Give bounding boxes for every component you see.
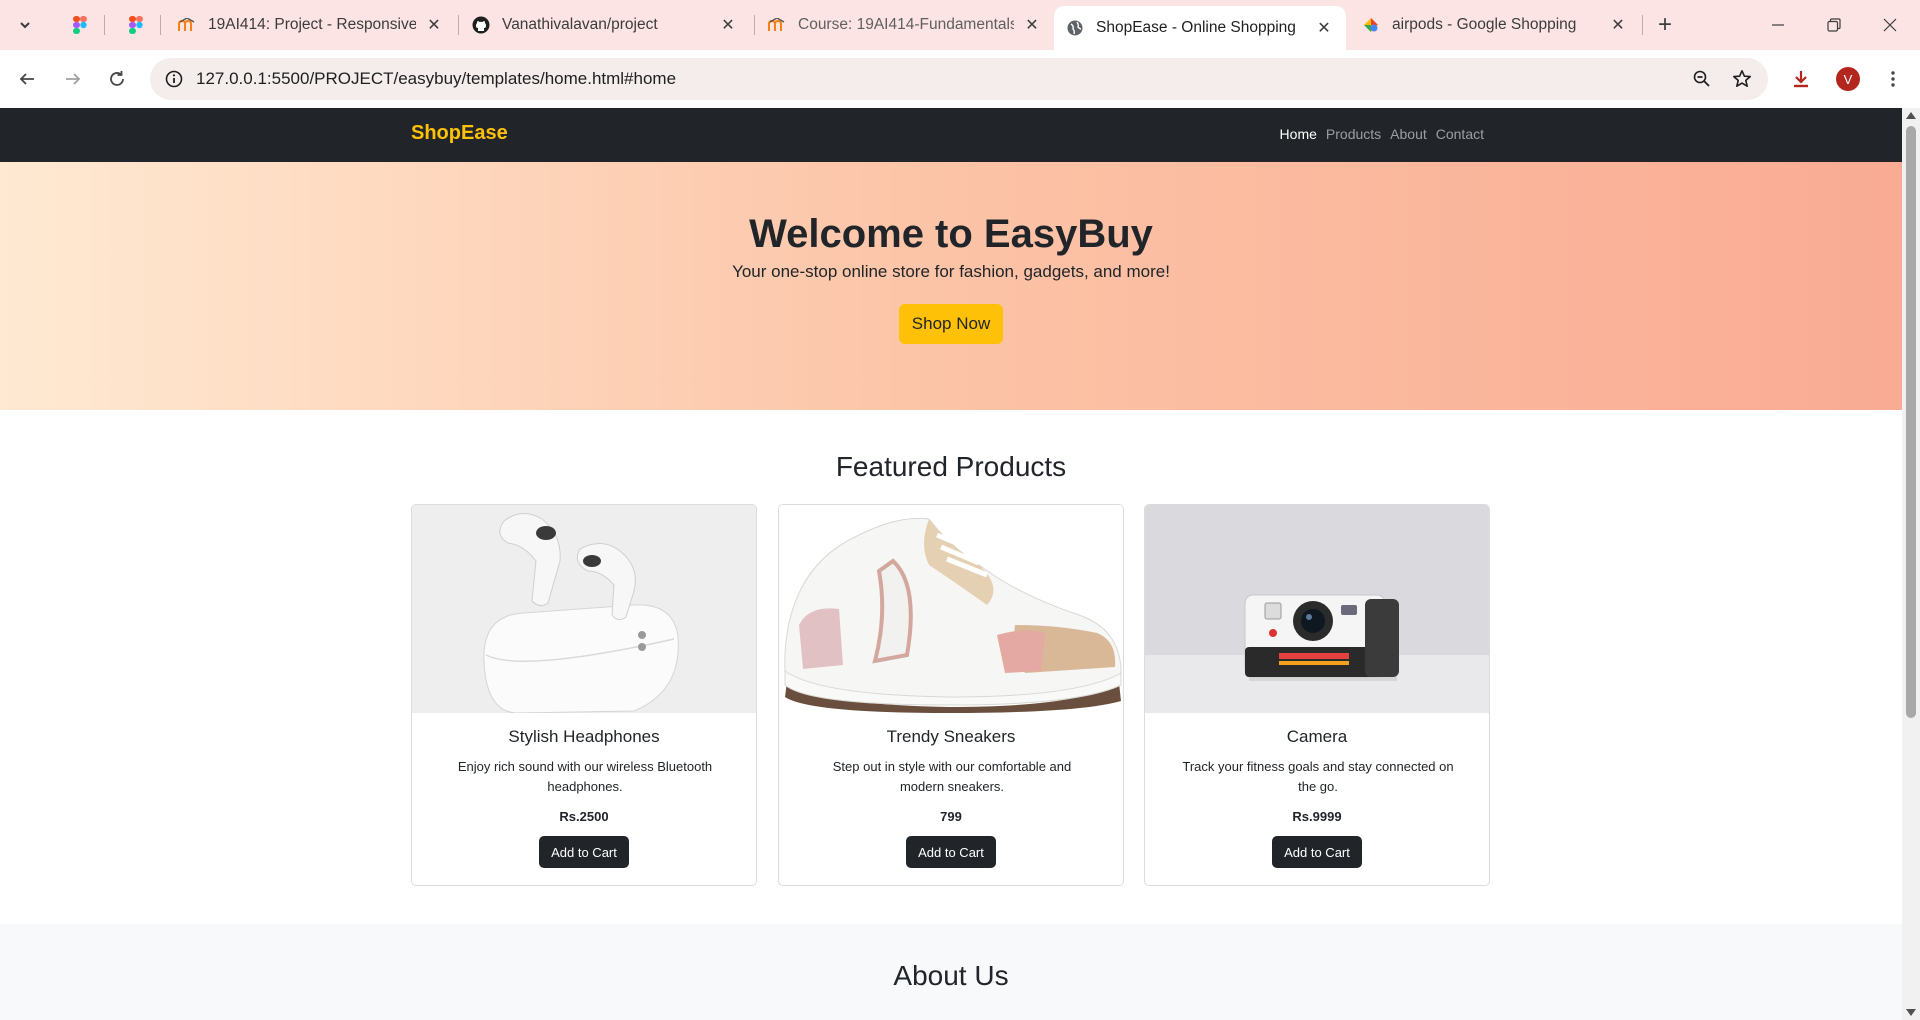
arrow-right-icon [66, 73, 81, 85]
tab-separator [1642, 15, 1643, 35]
about-heading: About Us [893, 960, 1009, 991]
product-name: Camera [1286, 727, 1348, 746]
product-card-headphones: Stylish Headphones Enjoy rich sound with… [411, 504, 757, 886]
scroll-down-arrow-icon[interactable] [1906, 1009, 1916, 1016]
figma-icon [127, 16, 145, 34]
nav-link-products[interactable]: Products [1326, 126, 1381, 142]
tab-title: ShopEase - Online Shopping [1096, 19, 1296, 36]
forward-button[interactable] [58, 64, 88, 94]
tab-github[interactable]: Vanathivalavan/project ✕ [460, 6, 750, 44]
back-button[interactable] [12, 64, 42, 94]
close-icon[interactable]: ✕ [718, 15, 738, 35]
product-card-camera: Camera Track your fitness goals and stay… [1144, 504, 1490, 886]
product-price: Rs.2500 [559, 809, 609, 824]
product-price: 799 [940, 809, 962, 824]
tab-title: Course: 19AI414-Fundamentals [798, 16, 1014, 33]
product-price: Rs.9999 [1292, 809, 1342, 824]
nav-link-about[interactable]: About [1390, 126, 1427, 142]
zoom-icon[interactable] [1690, 67, 1714, 91]
product-name: Trendy Sneakers [886, 727, 1016, 746]
product-description: Track your fitness goals and stay connec… [1182, 759, 1454, 794]
tab-project-moodle[interactable]: 19AI414: Project - Responsive W ✕ [166, 6, 456, 44]
tab-strip: 19AI414: Project - Responsive W ✕ Vanath… [0, 0, 1920, 50]
downloads-button[interactable] [1786, 64, 1816, 94]
product-image-camera [1145, 505, 1489, 713]
site-nav-links: Home Products About Contact [1271, 126, 1484, 142]
tab-title: 19AI414: Project - Responsive W [208, 16, 416, 33]
download-icon [1794, 71, 1808, 88]
tab-shopease[interactable]: ShopEase - Online Shopping ✕ [1054, 6, 1346, 50]
nav-link-contact[interactable]: Contact [1436, 126, 1484, 142]
restore-button[interactable] [1806, 0, 1862, 50]
close-icon[interactable]: ✕ [1314, 18, 1334, 38]
page-viewport: ShopEase Home Products About Contact Wel… [0, 108, 1902, 1020]
more-vertical-icon [1891, 71, 1895, 87]
tab-search-button[interactable] [10, 10, 40, 40]
product-card-sneakers: Trendy Sneakers Step out in style with o… [778, 504, 1124, 886]
product-description: Enjoy rich sound with our wireless Bluet… [457, 759, 713, 794]
tab-title: Vanathivalavan/project [502, 16, 658, 33]
tab-figma-2[interactable] [116, 6, 156, 44]
new-tab-button[interactable]: + [1650, 10, 1680, 40]
close-icon[interactable]: ✕ [1608, 15, 1628, 35]
info-icon[interactable] [162, 67, 186, 91]
add-to-cart-button[interactable]: Add to Cart [906, 836, 996, 868]
product-name: Stylish Headphones [508, 727, 660, 746]
hero-title: Welcome to EasyBuy [749, 212, 1153, 256]
minimize-icon [1772, 24, 1784, 26]
github-icon [472, 16, 490, 34]
figma-icon [71, 16, 89, 34]
tab-google-shopping[interactable]: airpods - Google Shopping ✕ [1350, 6, 1640, 44]
nav-link-home[interactable]: Home [1280, 126, 1317, 142]
add-to-cart-button[interactable]: Add to Cart [1272, 836, 1362, 868]
address-bar[interactable]: 127.0.0.1:5500/PROJECT/easybuy/templates… [150, 58, 1768, 100]
tab-separator [104, 15, 105, 35]
arrow-left-icon [19, 73, 34, 85]
page-scrollbar[interactable] [1902, 108, 1920, 1020]
featured-products-heading: Featured Products [835, 451, 1067, 482]
url-text[interactable]: 127.0.0.1:5500/PROJECT/easybuy/templates… [196, 69, 676, 89]
close-icon[interactable]: ✕ [424, 15, 444, 35]
tab-course-moodle[interactable]: Course: 19AI414-Fundamentals ✕ [756, 6, 1054, 44]
tab-separator [160, 15, 161, 35]
profile-avatar[interactable]: V [1836, 67, 1860, 91]
restore-icon [1827, 18, 1841, 32]
bookmark-star-icon[interactable] [1730, 67, 1754, 91]
scroll-up-arrow-icon[interactable] [1906, 112, 1916, 119]
tab-separator [754, 15, 755, 35]
reload-button[interactable] [102, 64, 132, 94]
product-image-airpods [412, 505, 756, 713]
browser-toolbar: 127.0.0.1:5500/PROJECT/easybuy/templates… [0, 50, 1920, 108]
google-shopping-icon [1362, 16, 1380, 34]
hero-subtitle: Your one-stop online store for fashion, … [732, 262, 1170, 281]
site-brand[interactable]: ShopEase [411, 122, 508, 145]
moodle-icon [768, 16, 786, 34]
tab-title: airpods - Google Shopping [1392, 16, 1577, 33]
reload-icon [110, 71, 124, 86]
close-icon[interactable]: ✕ [1022, 15, 1042, 35]
plus-icon: + [1657, 11, 1672, 38]
chevron-down-icon [20, 22, 30, 29]
close-icon [1883, 18, 1897, 32]
browser-menu-button[interactable] [1878, 64, 1908, 94]
tab-separator [458, 15, 459, 35]
hero-section: Welcome to EasyBuy Your one-stop online … [0, 162, 1902, 410]
product-image-sneaker [779, 505, 1123, 713]
site-navbar: ShopEase Home Products About Contact [0, 108, 1902, 162]
tab-figma-1[interactable] [60, 6, 100, 44]
about-section: About Us [0, 924, 1902, 1020]
minimize-button[interactable] [1750, 0, 1806, 50]
scrollbar-thumb[interactable] [1906, 126, 1916, 718]
product-description: Step out in style with our comfortable a… [832, 759, 1072, 794]
globe-icon [1066, 19, 1084, 37]
moodle-icon [178, 16, 196, 34]
close-window-button[interactable] [1862, 0, 1918, 50]
add-to-cart-button[interactable]: Add to Cart [539, 836, 629, 868]
shop-now-button[interactable]: Shop Now [899, 304, 1003, 344]
